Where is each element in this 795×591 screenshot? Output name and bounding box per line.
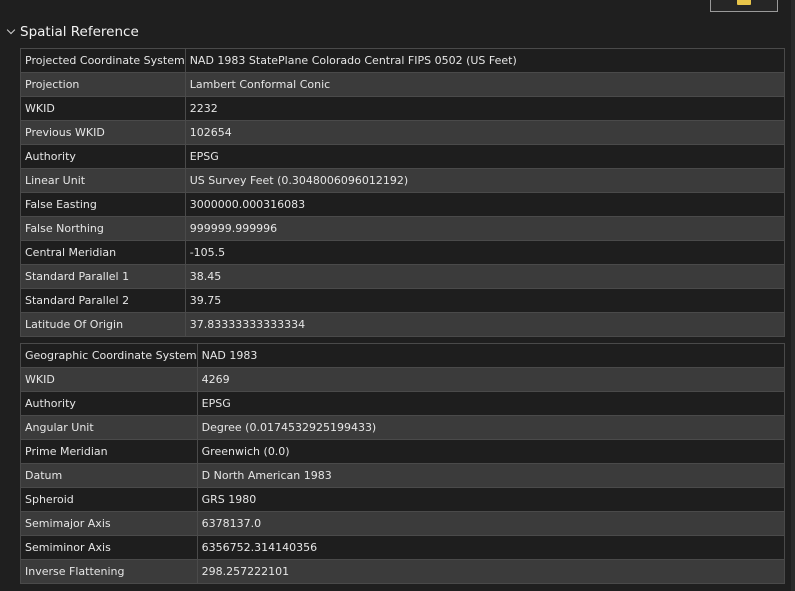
- property-value: 4269: [196, 367, 786, 392]
- property-value: Lambert Conformal Conic: [184, 72, 786, 97]
- property-value: 298.257222101: [196, 559, 786, 584]
- property-name: Prime Meridian: [20, 439, 198, 464]
- property-value: EPSG: [196, 391, 786, 416]
- properties-panel: Spatial Reference Projected Coordinate S…: [0, 0, 795, 591]
- property-value: 39.75: [184, 288, 786, 313]
- property-value: Degree (0.0174532925199433): [196, 415, 786, 440]
- property-value: -105.5: [184, 240, 786, 265]
- table-row: WKID 2232: [20, 96, 786, 121]
- geographic-coordinate-system-table: Geographic Coordinate System NAD 1983 WKID…: [20, 343, 786, 584]
- section-title: Spatial Reference: [20, 24, 139, 40]
- table-row: Datum D North American 1983: [20, 463, 786, 488]
- property-value: GRS 1980: [196, 487, 786, 512]
- table-row: Latitude Of Origin 37.83333333333334: [20, 312, 786, 337]
- chevron-down-icon[interactable]: [6, 26, 18, 38]
- table-row: Prime Meridian Greenwich (0.0): [20, 439, 786, 464]
- property-value: EPSG: [184, 144, 786, 169]
- table-row: Linear Unit US Survey Feet (0.30480060960…: [20, 168, 786, 193]
- table-row: Standard Parallel 2 39.75: [20, 288, 786, 313]
- property-name: Standard Parallel 2: [20, 288, 186, 313]
- property-name: Semiminor Axis: [20, 535, 198, 560]
- property-name: Latitude Of Origin: [20, 312, 186, 337]
- property-value: Greenwich (0.0): [196, 439, 786, 464]
- property-name: Inverse Flattening: [20, 559, 198, 584]
- property-name: Semimajor Axis: [20, 511, 198, 536]
- property-value: NAD 1983: [196, 343, 786, 368]
- property-name: Geographic Coordinate System: [20, 343, 198, 368]
- scrollbar[interactable]: [791, 0, 795, 591]
- table-row: Semimajor Axis 6378137.0: [20, 511, 786, 536]
- table-row: WKID 4269: [20, 367, 786, 392]
- property-value: 102654: [184, 120, 786, 145]
- table-row: Semiminor Axis 6356752.314140356: [20, 535, 786, 560]
- property-value: 6378137.0: [196, 511, 786, 536]
- table-row: Projected Coordinate System NAD 1983 Stat…: [20, 48, 786, 73]
- table-row: Inverse Flattening 298.257222101: [20, 559, 786, 584]
- property-name: Authority: [20, 391, 198, 416]
- property-name: False Northing: [20, 216, 186, 241]
- folder-button[interactable]: [710, 0, 778, 12]
- table-row: False Easting 3000000.000316083: [20, 192, 786, 217]
- property-name: WKID: [20, 96, 186, 121]
- property-name: Angular Unit: [20, 415, 198, 440]
- table-row: Authority EPSG: [20, 144, 786, 169]
- folder-icon: [737, 0, 751, 5]
- property-value: 2232: [184, 96, 786, 121]
- property-name: False Easting: [20, 192, 186, 217]
- property-value: 38.45: [184, 264, 786, 289]
- table-row: Geographic Coordinate System NAD 1983: [20, 343, 786, 368]
- table-row: Previous WKID 102654: [20, 120, 786, 145]
- table-row: Projection Lambert Conformal Conic: [20, 72, 786, 97]
- table-row: Authority EPSG: [20, 391, 786, 416]
- property-value: NAD 1983 StatePlane Colorado Central FIP…: [184, 48, 786, 73]
- property-value: D North American 1983: [196, 463, 786, 488]
- property-name: Linear Unit: [20, 168, 186, 193]
- table-row: False Northing 999999.999996: [20, 216, 786, 241]
- property-name: Projected Coordinate System: [20, 48, 186, 73]
- property-value: 999999.999996: [184, 216, 786, 241]
- property-value: 37.83333333333334: [184, 312, 786, 337]
- property-name: WKID: [20, 367, 198, 392]
- property-name: Datum: [20, 463, 198, 488]
- property-name: Previous WKID: [20, 120, 186, 145]
- property-name: Central Meridian: [20, 240, 186, 265]
- property-name: Standard Parallel 1: [20, 264, 186, 289]
- property-name: Authority: [20, 144, 186, 169]
- property-name: Projection: [20, 72, 186, 97]
- property-name: Spheroid: [20, 487, 198, 512]
- table-row: Angular Unit Degree (0.0174532925199433): [20, 415, 786, 440]
- property-value: 3000000.000316083: [184, 192, 786, 217]
- property-value: US Survey Feet (0.3048006096012192): [184, 168, 786, 193]
- property-value: 6356752.314140356: [196, 535, 786, 560]
- table-row: Spheroid GRS 1980: [20, 487, 786, 512]
- spatial-reference-header[interactable]: Spatial Reference: [6, 22, 139, 42]
- projected-coordinate-system-table: Projected Coordinate System NAD 1983 Stat…: [20, 48, 786, 337]
- table-row: Standard Parallel 1 38.45: [20, 264, 786, 289]
- table-row: Central Meridian -105.5: [20, 240, 786, 265]
